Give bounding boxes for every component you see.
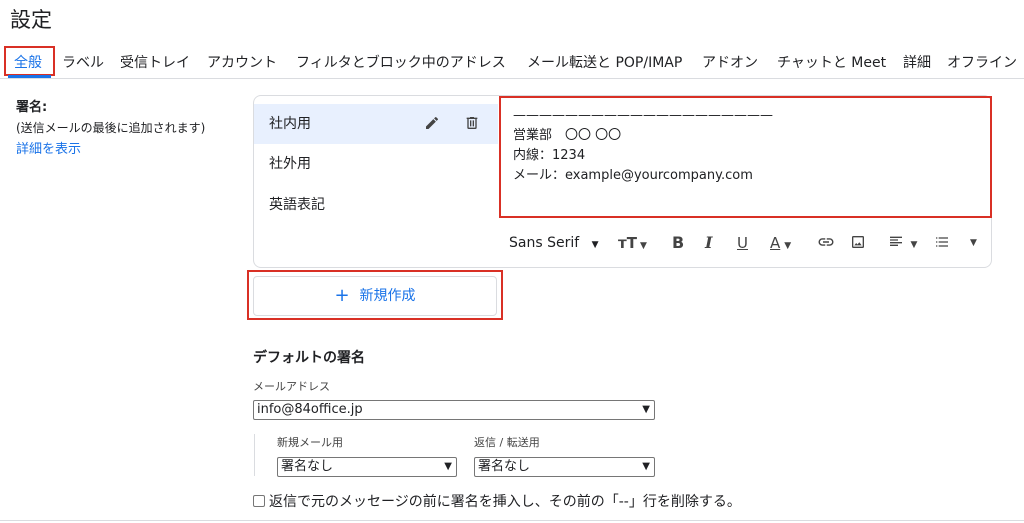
plus-icon: + — [334, 285, 350, 306]
page-title: 設定 — [10, 8, 52, 32]
new-mail-signature-value: 署名なし — [281, 459, 334, 474]
edit-icon[interactable] — [424, 104, 440, 144]
link-icon[interactable] — [817, 226, 835, 260]
formatting-toolbar: Sans Serif ▼ тT ▼ B I U A ▼ ▼ ▼ — [500, 226, 990, 262]
active-tab-underline — [8, 75, 51, 78]
tab-chat-meet[interactable]: チャットと Meet — [777, 52, 886, 72]
details-link[interactable]: 詳細を表示 — [16, 138, 81, 157]
image-icon[interactable] — [850, 226, 866, 260]
editor-extension-line: 内線：1234 — [513, 148, 586, 163]
text-color-icon[interactable]: A ▼ — [770, 226, 791, 260]
tab-advanced[interactable]: 詳細 — [903, 52, 931, 72]
bottom-divider — [0, 520, 1024, 521]
italic-icon[interactable]: I — [705, 226, 712, 260]
tab-accounts[interactable]: アカウント — [207, 52, 277, 72]
signature-editor[interactable]: ———————————————————— 営業部 〇〇 〇〇 内線：1234 メ… — [499, 96, 992, 218]
new-mail-label: 新規メール用 — [277, 436, 343, 449]
signature-item-label: 英語表記 — [269, 197, 325, 213]
editor-dept-line: 営業部 〇〇 〇〇 — [513, 128, 622, 143]
chevron-down-icon: ▼ — [642, 461, 650, 472]
email-address-value: info@84office.jp — [257, 402, 363, 417]
tab-labels[interactable]: ラベル — [62, 52, 104, 72]
insert-before-quote-label: 返信で元のメッセージの前に署名を挿入し、その前の「--」行を削除する。 — [269, 494, 741, 510]
reply-forward-label: 返信 / 転送用 — [474, 436, 540, 449]
editor-divider-line: ———————————————————— — [513, 108, 773, 123]
signature-item-label: 社外用 — [269, 156, 311, 172]
more-icon[interactable]: ▼ — [970, 226, 977, 260]
align-icon[interactable]: ▼ — [888, 226, 917, 260]
chevron-down-icon: ▼ — [591, 240, 599, 250]
list-icon[interactable] — [933, 226, 951, 260]
tab-general[interactable]: 全般 — [14, 52, 42, 72]
signature-list: 社内用 社外用 英語表記 — [254, 96, 498, 267]
tab-inbox[interactable]: 受信トレイ — [120, 52, 190, 72]
tab-forwarding[interactable]: メール転送と POP/IMAP — [527, 52, 682, 72]
font-label: Sans Serif — [509, 235, 580, 251]
settings-tabs: 全般 ラベル 受信トレイ アカウント フィルタとブロック中のアドレス メール転送… — [0, 44, 1024, 79]
underline-icon[interactable]: U — [737, 226, 748, 260]
tab-addons[interactable]: アドオン — [702, 52, 758, 72]
signature-item-label: 社内用 — [269, 116, 311, 132]
reply-signature-select[interactable]: 署名なし ▼ — [474, 457, 655, 477]
font-select[interactable]: Sans Serif ▼ — [509, 226, 599, 260]
tab-filters[interactable]: フィルタとブロック中のアドレス — [296, 52, 506, 72]
signature-item-external[interactable]: 社外用 — [254, 144, 498, 184]
delete-icon[interactable] — [464, 104, 480, 144]
chevron-down-icon: ▼ — [444, 461, 452, 472]
signature-hint: (送信メールの最後に追加されます) — [16, 121, 206, 135]
text-size-icon[interactable]: тT ▼ — [618, 226, 647, 260]
insert-before-quote-checkbox[interactable] — [253, 495, 265, 507]
bold-icon[interactable]: B — [672, 226, 684, 260]
chevron-down-icon: ▼ — [642, 404, 650, 415]
reply-signature-value: 署名なし — [478, 459, 531, 474]
email-address-select[interactable]: info@84office.jp ▼ — [253, 400, 655, 420]
tab-offline[interactable]: オフライン — [947, 52, 1017, 72]
email-address-label: メールアドレス — [253, 380, 330, 393]
new-mail-signature-select[interactable]: 署名なし ▼ — [277, 457, 457, 477]
signature-item-english[interactable]: 英語表記 — [254, 185, 498, 225]
insert-before-quote-row: 返信で元のメッセージの前に署名を挿入し、その前の「--」行を削除する。 — [253, 491, 741, 511]
create-new-signature-button[interactable]: + 新規作成 — [253, 276, 497, 316]
default-signature-title: デフォルトの署名 — [253, 350, 365, 366]
signature-item-internal[interactable]: 社内用 — [254, 104, 498, 144]
create-new-label: 新規作成 — [359, 288, 416, 304]
options-divider — [254, 434, 255, 476]
editor-email-line: メール：example@yourcompany.com — [513, 168, 753, 183]
signature-heading: 署名: — [16, 100, 48, 115]
